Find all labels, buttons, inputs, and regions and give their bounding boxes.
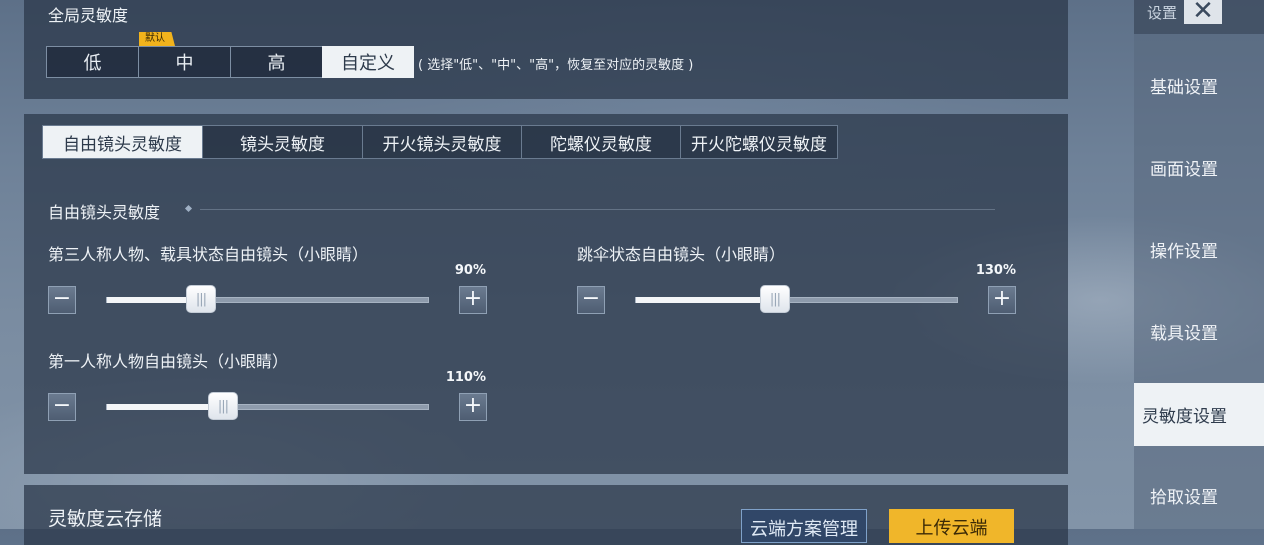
preset-medium-option[interactable]: 中 bbox=[138, 46, 230, 78]
default-badge: 默认 bbox=[139, 32, 175, 46]
slider-first-person-track[interactable]: ||| bbox=[106, 392, 429, 420]
sidebar-item-pickup[interactable]: 拾取设置 bbox=[1134, 465, 1264, 525]
slider-third-person-minus-button[interactable]: − bbox=[48, 286, 76, 314]
slider-parachute-plus-button[interactable]: + bbox=[988, 286, 1016, 314]
slider-parachute-fill bbox=[636, 297, 775, 303]
slider-first-person-thumb[interactable]: ||| bbox=[208, 392, 238, 420]
settings-title: 设置 bbox=[1147, 4, 1178, 22]
sidebar-item-sensitivity[interactable]: 灵敏度设置 bbox=[1134, 383, 1264, 446]
close-icon[interactable]: ✕ bbox=[1184, 0, 1222, 24]
tab-fire-camera[interactable]: 开火镜头灵敏度 bbox=[362, 126, 521, 158]
sidebar-item-controls[interactable]: 操作设置 bbox=[1134, 219, 1264, 279]
cloud-upload-button[interactable]: 上传云端 bbox=[889, 509, 1014, 543]
slider-first-person-minus-button[interactable]: − bbox=[48, 393, 76, 421]
slider-third-person-label: 第三人称人物、载具状态自由镜头（小眼睛） bbox=[48, 245, 369, 264]
slider-first-person-label: 第一人称人物自由镜头（小眼睛） bbox=[48, 352, 289, 371]
slider-parachute-minus-button[interactable]: − bbox=[577, 286, 605, 314]
slider-first-person-plus-button[interactable]: + bbox=[459, 393, 487, 421]
tab-gyroscope[interactable]: 陀螺仪灵敏度 bbox=[521, 126, 680, 158]
slider-third-person-value: 90% bbox=[454, 263, 486, 278]
slider-parachute-thumb[interactable]: ||| bbox=[760, 285, 790, 313]
tab-camera[interactable]: 镜头灵敏度 bbox=[202, 126, 362, 158]
slider-third-person-plus-button[interactable]: + bbox=[459, 286, 487, 314]
preset-custom-option[interactable]: 自定义 bbox=[322, 46, 414, 78]
slider-third-person-track[interactable]: ||| bbox=[106, 285, 429, 313]
sidebar-item-vehicle[interactable]: 载具设置 bbox=[1134, 301, 1264, 361]
preset-hint: ( 选择"低"、"中"、"高"，恢复至对应的灵敏度 ) bbox=[418, 58, 694, 73]
slider-third-person-thumb[interactable]: ||| bbox=[186, 285, 216, 313]
free-camera-panel bbox=[24, 114, 1068, 474]
slider-parachute-value: 130% bbox=[975, 263, 1016, 278]
preset-low-option[interactable]: 低 bbox=[46, 46, 138, 78]
slider-parachute-track[interactable]: ||| bbox=[635, 285, 958, 313]
section-title: 自由镜头灵敏度 bbox=[48, 203, 161, 222]
sidebar-item-graphics[interactable]: 画面设置 bbox=[1134, 137, 1264, 197]
slider-parachute-label: 跳伞状态自由镜头（小眼睛） bbox=[577, 245, 786, 264]
global-sensitivity-title: 全局灵敏度 bbox=[48, 6, 129, 25]
preset-high-option[interactable]: 高 bbox=[230, 46, 322, 78]
slider-first-person-fill bbox=[107, 404, 223, 410]
sensitivity-tabs: 自由镜头灵敏度 镜头灵敏度 开火镜头灵敏度 陀螺仪灵敏度 开火陀螺仪灵敏度 bbox=[42, 125, 838, 159]
sensitivity-preset-selector: 低 中 高 自定义 bbox=[46, 46, 414, 78]
tab-free-camera[interactable]: 自由镜头灵敏度 bbox=[43, 126, 202, 158]
section-divider bbox=[200, 209, 995, 210]
cloud-storage-title: 灵敏度云存储 bbox=[48, 508, 163, 530]
sidebar-item-basic[interactable]: 基础设置 bbox=[1134, 55, 1264, 115]
cloud-manage-button[interactable]: 云端方案管理 bbox=[741, 509, 867, 543]
slider-first-person-value: 110% bbox=[445, 370, 486, 385]
tab-fire-gyroscope[interactable]: 开火陀螺仪灵敏度 bbox=[680, 126, 837, 158]
